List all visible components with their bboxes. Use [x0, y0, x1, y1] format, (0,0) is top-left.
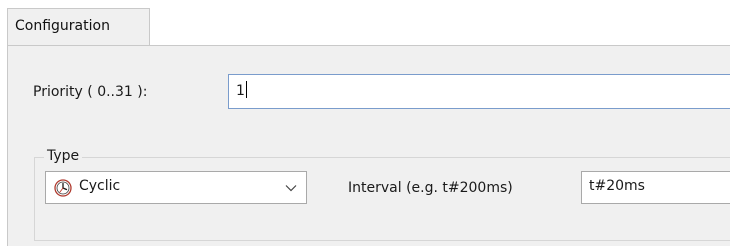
interval-input[interactable]: t#20ms	[581, 171, 730, 204]
tab-configuration-label: Configuration	[15, 18, 110, 34]
interval-value: t#20ms	[589, 178, 645, 194]
type-group-legend: Type	[44, 148, 83, 164]
priority-value: 1	[236, 83, 245, 99]
clock-icon	[54, 179, 72, 197]
priority-input[interactable]: 1	[228, 74, 730, 109]
tab-configuration[interactable]: Configuration	[7, 8, 150, 46]
tab-strip: Configuration	[0, 0, 730, 46]
text-caret	[245, 81, 247, 98]
configuration-panel: Priority ( 0..31 ): 1 Type Cyclic Interv…	[7, 45, 730, 246]
priority-label: Priority ( 0..31 ):	[33, 84, 148, 100]
type-dropdown-value: Cyclic	[79, 178, 121, 194]
chevron-down-icon	[285, 185, 297, 192]
interval-label: Interval (e.g. t#200ms)	[348, 180, 513, 196]
type-dropdown[interactable]: Cyclic	[45, 171, 307, 204]
